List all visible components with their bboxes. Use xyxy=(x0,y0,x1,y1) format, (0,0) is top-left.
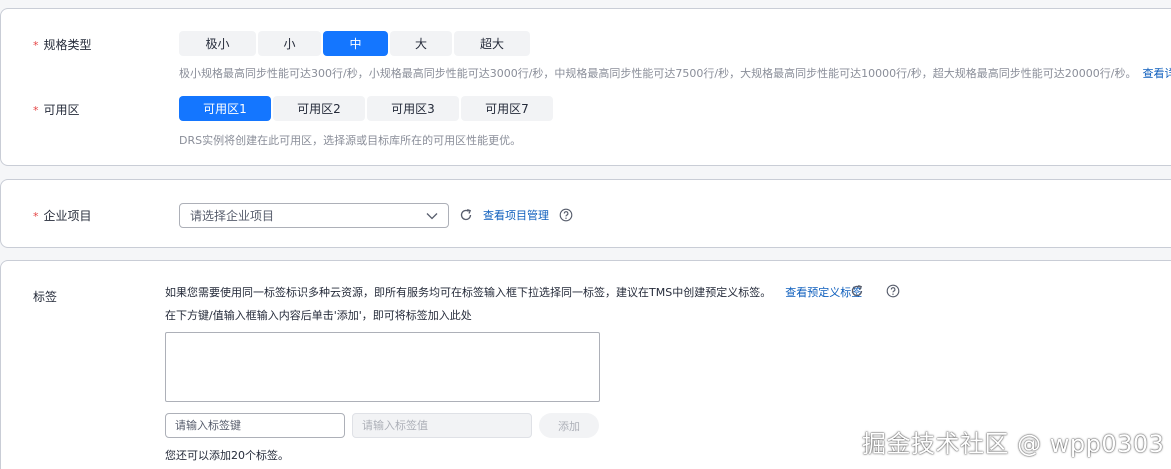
tag-value-input[interactable] xyxy=(352,413,532,438)
refresh-icon[interactable] xyxy=(458,207,474,223)
az-option-1[interactable]: 可用区1 xyxy=(179,96,271,121)
spec-option-xl[interactable]: 超大 xyxy=(454,31,530,56)
refresh-icon[interactable] xyxy=(849,283,865,299)
az-segmented-control: 可用区1 可用区2 可用区3 可用区7 xyxy=(179,96,553,121)
tag-list-box xyxy=(165,332,600,402)
tags-label: 标签 xyxy=(33,290,58,304)
enterprise-card: * 企业项目 请选择企业项目 查看项目管理 xyxy=(0,179,1171,248)
tag-key-input[interactable] xyxy=(165,413,345,438)
spec-segmented-control: 极小 小 中 大 超大 xyxy=(179,31,530,56)
spec-detail-link[interactable]: 查看详细说明 xyxy=(1143,67,1171,80)
required-mark: * xyxy=(33,104,39,117)
tags-remaining-text: 您还可以添加20个标签。 xyxy=(165,449,289,462)
required-mark: * xyxy=(33,210,39,223)
az-label: * 可用区 xyxy=(33,103,80,117)
help-icon[interactable] xyxy=(885,283,901,299)
spec-label: * 规格类型 xyxy=(33,38,92,52)
add-tag-button[interactable]: 添加 xyxy=(539,413,599,438)
required-mark: * xyxy=(33,39,39,52)
az-hint: DRS实例将创建在此可用区，选择源或目标库所在的可用区性能更优。 xyxy=(179,134,522,147)
spec-option-xs[interactable]: 极小 xyxy=(179,31,256,56)
help-icon[interactable] xyxy=(558,207,574,223)
az-option-2[interactable]: 可用区2 xyxy=(273,96,365,121)
enterprise-label: * 企业项目 xyxy=(33,209,92,223)
manage-project-link[interactable]: 查看项目管理 xyxy=(483,207,549,223)
spec-hint: 极小规格最高同步性能可达300行/秒，小规格最高同步性能可达3000行/秒，中规… xyxy=(179,65,1171,81)
spec-az-card: * 规格类型 极小 小 中 大 超大 极小规格最高同步性能可达300行/秒，小规格… xyxy=(0,8,1171,166)
tags-desc-line2: 在下方键/值输入框输入内容后单击'添加'，即可将标签加入此处 xyxy=(165,309,472,322)
enterprise-select-placeholder: 请选择企业项目 xyxy=(190,209,275,223)
az-option-7[interactable]: 可用区7 xyxy=(461,96,553,121)
spec-option-m[interactable]: 中 xyxy=(323,31,388,56)
enterprise-project-select[interactable]: 请选择企业项目 xyxy=(179,203,449,228)
tags-desc-line1: 如果您需要使用同一标签标识多种云资源，即所有服务均可在标签输入框下拉选择同一标签… xyxy=(165,286,863,299)
watermark: 掘金技术社区 @ wpp0303 xyxy=(862,430,1165,458)
spec-option-s[interactable]: 小 xyxy=(258,31,321,56)
chevron-down-icon xyxy=(426,209,438,223)
spec-option-l[interactable]: 大 xyxy=(390,31,452,56)
az-option-3[interactable]: 可用区3 xyxy=(367,96,459,121)
